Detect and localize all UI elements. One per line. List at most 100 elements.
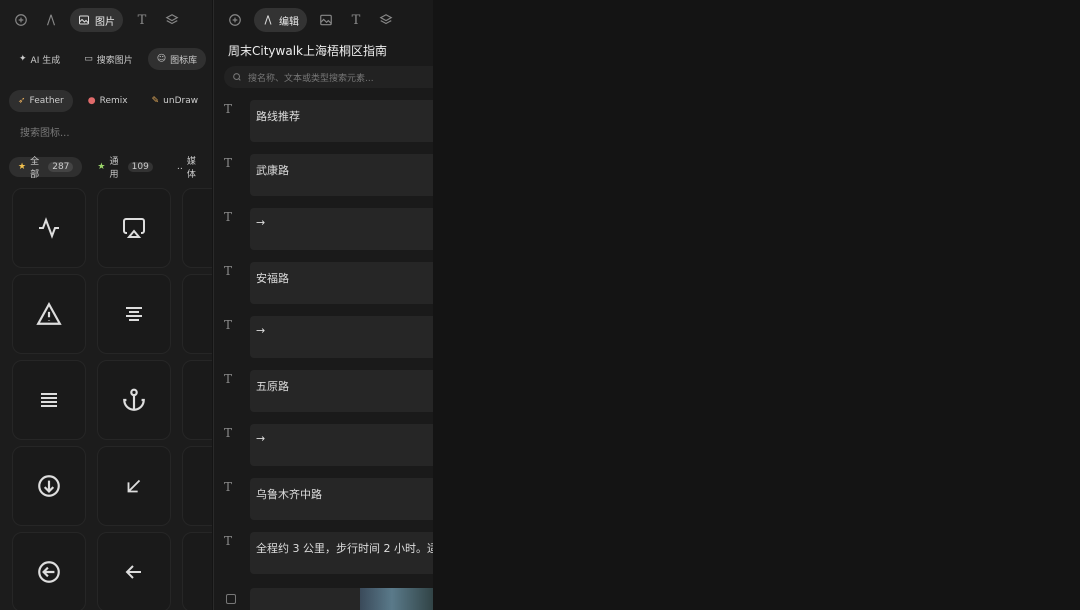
ai-generate-tab[interactable]: ✦ AI 生成 [10,48,69,70]
star-icon: ★ [97,162,106,172]
text-type-icon: T [224,264,233,278]
layers-icon[interactable] [161,9,183,31]
tab-edit-label: 编辑 [279,16,299,28]
text-element-content[interactable]: → [250,424,433,466]
text-tool-icon[interactable]: T [131,9,153,31]
feather-icon: ➶ [18,96,26,106]
partial-icon[interactable] [182,532,212,610]
library-feather[interactable]: ➶ Feather [9,90,73,112]
add-circle-icon[interactable] [224,9,246,31]
airplay-icon[interactable] [97,188,171,268]
search-icon [233,73,241,81]
anchor-icon[interactable] [97,360,171,440]
align-center-icon[interactable] [97,274,171,354]
icon-search-input[interactable]: 搜索图标... [20,124,70,139]
text-element-row[interactable]: T 乌鲁木齐中路 [224,478,433,520]
library-remix[interactable]: ● Remix [79,90,137,112]
search-images-label: 搜索图片 [96,55,133,66]
text-type-icon: T [224,102,233,116]
category-all-label: 全部 [30,157,40,180]
category-all-count: 287 [48,162,74,172]
magic-wand-icon: ✦ [19,54,27,64]
arrow-left-circle-icon[interactable] [12,532,86,610]
alert-triangle-icon[interactable] [12,274,86,354]
monitor-search-icon: ▭ [84,54,93,64]
search-images-tab[interactable]: ▭ 搜索图片 [75,48,142,70]
pen-tool-icon[interactable] [40,9,62,31]
category-media-label: 媒体 [186,157,196,180]
tab-images[interactable]: 图片 [70,8,123,32]
star-icon: ★ [18,162,27,172]
text-element-content[interactable]: 武康路 [250,154,433,196]
undraw-icon: ✎ [151,96,160,106]
text-element-content[interactable]: → [250,208,433,250]
library-undraw[interactable]: ✎ unDraw [143,90,207,112]
tab-edit[interactable]: 编辑 [254,8,307,32]
icon-library-label: 图标库 [170,55,198,66]
library-remix-label: Remix [99,96,128,106]
text-element-row[interactable]: T → [224,424,433,466]
text-element-content[interactable]: 路线推荐 [250,100,433,142]
layers-icon[interactable] [375,9,397,31]
activity-icon[interactable] [12,188,86,268]
text-element-row[interactable]: T 武康路 [224,154,433,196]
building-photo [360,588,433,610]
text-element-row[interactable]: T 路线推荐 [224,100,433,142]
library-undraw-label: unDraw [163,96,199,106]
dots-icon: ‥ [176,162,183,172]
text-element-row[interactable]: T 五原路 [224,370,433,412]
arrow-down-circle-icon[interactable] [12,446,86,526]
partial-icon[interactable] [182,274,212,354]
image-element-row[interactable] [224,588,433,610]
images-topbar: 图片 T [0,0,212,40]
remix-icon: ● [87,96,96,106]
text-type-icon: T [224,480,233,494]
category-general-label: 通用 [109,157,119,180]
text-type-icon: T [224,426,233,440]
category-general-count: 109 [127,162,153,172]
text-type-icon: T [224,318,233,332]
images-panel: 图片 T ✦ AI 生成 ▭ 搜索图片 ☺ 图标库 ➶ Feather ● Remix ✎… [0,0,212,610]
category-media[interactable]: ‥ 媒体 [168,157,212,180]
image-icon [79,15,89,25]
add-circle-icon[interactable] [10,9,32,31]
text-element-content[interactable]: → [250,316,433,358]
element-search-placeholder: 搜名称、文本或类型搜索元素... [248,73,374,84]
image-element-thumb[interactable] [250,588,433,610]
ai-generate-label: AI 生成 [30,55,61,66]
arrow-left-icon[interactable] [97,532,171,610]
text-element-content[interactable]: 乌鲁木齐中路 [250,478,433,520]
text-element-row[interactable]: T 全程约 3 公里，步行时间 2 小时。适合 [224,532,433,574]
arrow-down-left-icon[interactable] [97,446,171,526]
align-justify-icon[interactable] [12,360,86,440]
category-all[interactable]: ★ 全部 287 [9,157,83,180]
tab-images-label: 图片 [95,16,115,28]
image-source-tabs: ✦ AI 生成 ▭ 搜索图片 ☺ 图标库 [10,48,207,70]
text-type-icon: T [224,210,233,224]
library-feather-label: Feather [29,96,64,106]
text-type-icon: T [224,534,233,548]
text-element-content[interactable]: 全程约 3 公里，步行时间 2 小时。适合 [250,532,433,574]
text-element-row[interactable]: T → [224,316,433,358]
partial-icon[interactable] [182,446,212,526]
element-search-input[interactable]: 搜名称、文本或类型搜索元素... [224,66,433,88]
text-element-content[interactable]: 五原路 [250,370,433,412]
partial-icon[interactable] [182,188,212,268]
text-element-row[interactable]: T → [224,208,433,250]
icon-library-sources: ➶ Feather ● Remix ✎ unDraw [9,90,207,112]
category-general[interactable]: ★ 通用 109 [88,157,161,180]
text-element-row[interactable]: T 安福路 [224,262,433,304]
partial-icon[interactable] [182,360,212,440]
pen-tool-icon [264,15,272,25]
edit-panel: 编辑 T 周末Citywalk上海梧桐区指南 搜名称、文本或类型搜索元素... … [213,0,433,610]
text-type-icon: T [224,372,233,386]
image-icon[interactable] [315,9,337,31]
icon-category-filters: ★ 全部 287 ★ 通用 109 ‥ 媒体 [9,157,212,180]
text-type-icon: T [224,156,233,170]
text-tool-icon[interactable]: T [345,9,367,31]
image-type-icon [226,594,236,604]
edit-topbar: 编辑 T [214,0,433,40]
page-title: 周末Citywalk上海梧桐区指南 [228,44,387,58]
icon-library-tab[interactable]: ☺ 图标库 [147,48,207,70]
text-element-content[interactable]: 安福路 [250,262,433,304]
